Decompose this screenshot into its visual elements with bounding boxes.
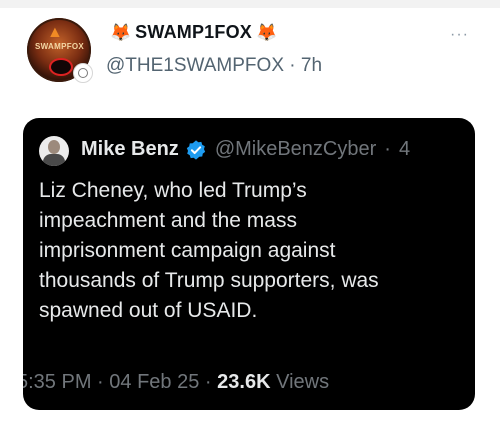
avatar-torso [43, 154, 65, 166]
quoted-author-name[interactable]: Mike Benz [81, 138, 179, 161]
post-text-line: thousands of Trump supporters, was [39, 269, 379, 292]
author-name-row[interactable]: 🦊 SWAMP1FOX 🦊 [110, 22, 277, 43]
avatar-logo-text: SWAMPFOX [35, 42, 85, 51]
affiliate-badge-icon [73, 63, 93, 83]
post-text-line: spawned out of USAID. [39, 299, 258, 322]
post-text-line: Liz Cheney, who led Trump’s [39, 179, 307, 202]
post-date[interactable]: 04 Feb 25 [109, 371, 199, 393]
avatar-head [48, 140, 60, 154]
quoted-post-text: Liz Cheney, who led Trump’s impeachment … [39, 176, 471, 326]
quoted-post-meta: 5:35 PM · 04 Feb 25 · 23.6K Views [23, 371, 329, 394]
author-handle[interactable]: @THE1SWAMPFOX [106, 55, 284, 76]
fox-emoji-icon: 🦊 [110, 22, 132, 42]
separator-dot: · [204, 371, 212, 393]
fox-emoji-icon: 🦊 [256, 22, 278, 42]
views-label: Views [276, 371, 330, 393]
display-name[interactable]: SWAMP1FOX [135, 22, 252, 43]
post-text-line: impeachment and the mass [39, 209, 297, 232]
views-count[interactable]: 23.6K [217, 371, 270, 393]
quoted-header: Mike Benz @MikeBenzCyber · 4 [81, 138, 410, 161]
separator-dot: · [289, 55, 296, 76]
separator-dot: · [384, 138, 391, 160]
author-handle-row: @THE1SWAMPFOX · 7h [106, 55, 322, 77]
top-bar [0, 0, 500, 8]
post-timestamp[interactable]: 5:35 PM [23, 371, 91, 393]
avatar-fox-icon: ▲ [47, 24, 63, 41]
verified-badge-icon [186, 139, 205, 160]
post-text-line: imprisonment campaign against [39, 239, 336, 262]
quoted-avatar[interactable] [39, 136, 69, 166]
quoted-time: 4 [398, 138, 411, 160]
avatar-emblem [49, 58, 73, 76]
separator-dot: · [97, 371, 104, 393]
quoted-author-handle[interactable]: @MikeBenzCyber [215, 138, 376, 161]
quoted-post-card[interactable]: Mike Benz @MikeBenzCyber · 4 Liz Cheney,… [23, 118, 475, 410]
more-options-icon[interactable]: ··· [450, 26, 469, 44]
post-time[interactable]: 7h [301, 55, 322, 76]
